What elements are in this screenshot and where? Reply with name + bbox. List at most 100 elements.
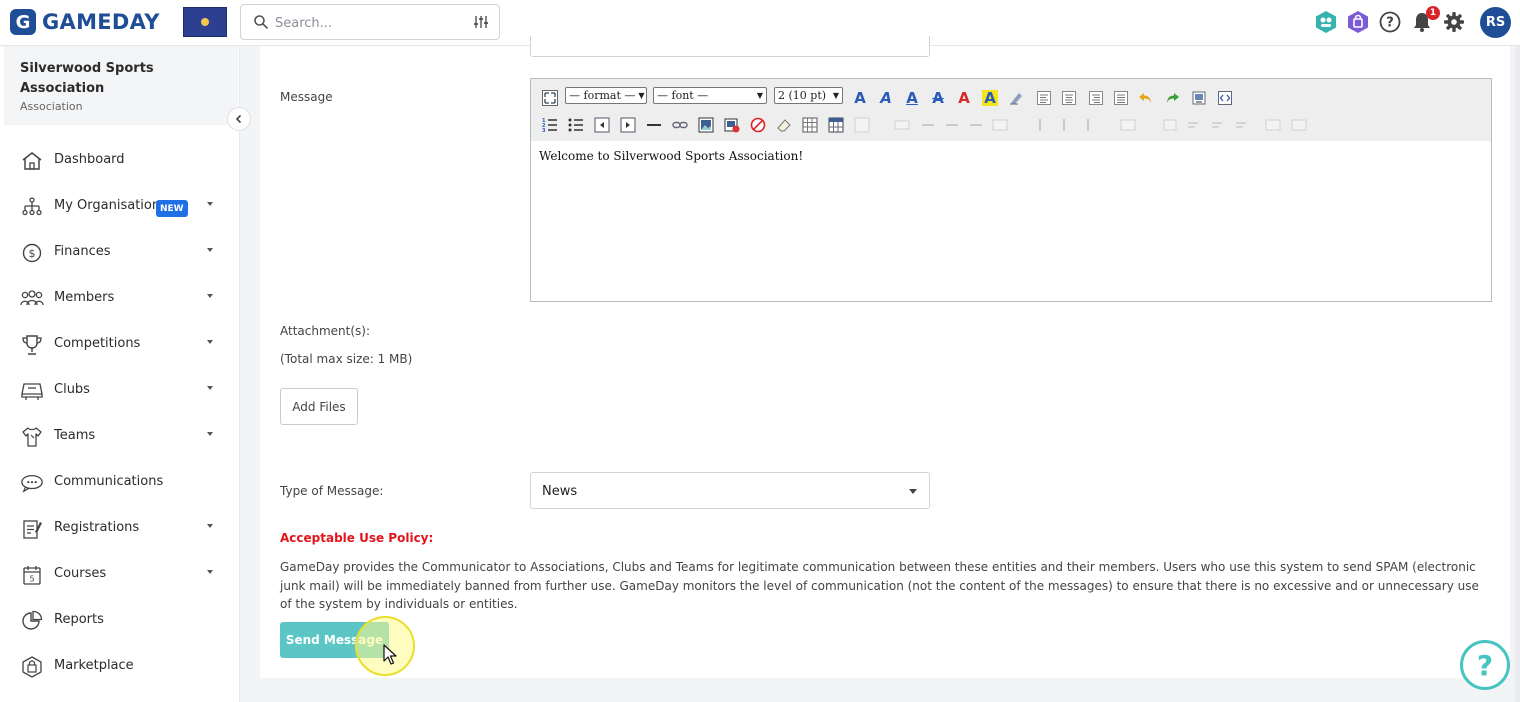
no-font-icon[interactable] [750,117,766,133]
expand-caret-icon[interactable] [207,202,213,206]
outdent-icon[interactable] [594,117,610,133]
expand-caret-icon[interactable] [207,386,213,390]
search-input[interactable] [275,11,465,35]
remove-format-icon[interactable] [1008,90,1024,106]
format-select[interactable]: — format — ▼ [565,87,647,104]
sidebar-item-marketplace[interactable]: Marketplace [0,646,238,686]
sidebar-item-label: Marketplace [54,658,134,673]
expand-caret-icon[interactable] [207,294,213,298]
underline-icon[interactable]: A [904,90,920,106]
sidebar-item-communications[interactable]: Communications [0,462,238,502]
font-select[interactable]: — font — ▼ [653,87,767,104]
italic-icon[interactable]: A [878,90,894,106]
sidebar-item-my-organisation[interactable]: My Organisation NEW [0,186,238,226]
sidebar-item-competitions[interactable]: Competitions [0,324,238,364]
sidebar-item-clubs[interactable]: Clubs [0,370,238,410]
search-icon [254,15,268,29]
registration-icon [20,518,44,540]
insert-col-after-icon[interactable] [1056,117,1072,133]
highlight-color-icon[interactable]: A [982,90,998,106]
unordered-list-icon[interactable] [568,117,584,133]
sidebar-item-label: Communications [54,474,164,489]
sidebar-item-finances[interactable]: $ Finances [0,232,238,272]
indent-icon[interactable] [620,117,636,133]
align-left-icon[interactable] [1036,90,1052,106]
insert-col-before-icon[interactable] [1032,117,1048,133]
align-justify-icon[interactable] [1113,90,1129,106]
sidebar-item-registrations[interactable]: Registrations [0,508,238,548]
settings-gear-icon[interactable] [1442,10,1466,34]
insert-row-before-icon[interactable] [920,117,936,133]
help-icon[interactable]: ? [1378,10,1402,34]
merge-cells-icon[interactable] [1120,117,1136,133]
strikethrough-icon[interactable]: A [930,90,946,106]
expand-caret-icon[interactable] [207,248,213,252]
search-box[interactable] [240,4,500,40]
organisation-header[interactable]: Silverwood Sports Association Associatio… [4,47,238,125]
add-files-button[interactable]: Add Files [280,388,358,425]
sidebar-item-label: Members [54,290,115,305]
fullscreen-icon[interactable] [542,90,558,106]
paste-icon[interactable] [1191,90,1207,106]
page-scrollbar[interactable] [1515,46,1520,702]
link-icon[interactable] [672,117,688,133]
table-row-props-icon[interactable] [894,117,910,133]
filter-sliders-icon[interactable] [473,14,489,30]
row-before-icon[interactable] [1210,117,1226,133]
table-delete-icon[interactable] [1291,117,1307,133]
subject-input-partial[interactable] [530,36,930,57]
expand-caret-icon[interactable] [207,524,213,528]
delete-row-icon[interactable] [968,117,984,133]
row-after-icon[interactable] [1186,117,1202,133]
expand-caret-icon[interactable] [207,432,213,436]
table-icon[interactable] [802,117,818,133]
notifications-bell-icon[interactable]: 1 [1410,6,1440,34]
table-grid-icon[interactable] [1265,117,1281,133]
shop-hexagon-icon[interactable] [1346,10,1370,34]
hexagon-app-icon[interactable] [1314,10,1338,34]
gameday-logo[interactable]: G GAMEDAY [10,8,160,36]
send-message-button[interactable]: Send Message [280,622,389,658]
split-cells-icon[interactable] [992,117,1008,133]
organisation-name: Silverwood Sports Association [20,61,154,96]
dropdown-caret-icon [909,489,917,494]
sidebar-item-label: Courses [54,566,107,581]
eraser-icon[interactable] [776,117,792,133]
organisation-flag-icon[interactable] [183,7,227,37]
bold-icon[interactable]: A [852,90,868,106]
insert-image-icon[interactable] [698,117,714,133]
pie-chart-icon [20,610,44,632]
row-delete-icon[interactable] [1234,117,1250,133]
new-badge: NEW [156,200,188,217]
sidebar-item-dashboard[interactable]: Dashboard [0,140,238,180]
sidebar-item-members[interactable]: Members [0,278,238,318]
user-avatar[interactable]: RS [1480,7,1511,38]
cell-props-icon[interactable] [1162,117,1178,133]
sidebar-item-teams[interactable]: Teams [0,416,238,456]
editor-content[interactable]: Welcome to Silverwood Sports Association… [539,149,803,163]
collapse-sidebar-button[interactable] [227,107,251,131]
notification-count-badge: 1 [1426,6,1440,20]
text-color-icon[interactable]: A [956,90,972,106]
expand-caret-icon[interactable] [207,570,213,574]
align-right-icon[interactable] [1088,90,1104,106]
message-editor[interactable]: — format — ▼ — font — ▼ 2 (10 pt) ▼ A A A A… [530,78,1492,302]
horizontal-rule-icon[interactable] [646,117,662,133]
sidebar-item-reports[interactable]: Reports [0,600,238,640]
sidebar-item-courses[interactable]: 5 Courses [0,554,238,594]
ordered-list-icon[interactable]: 123 [542,117,558,133]
floating-help-button[interactable]: ? [1460,640,1510,690]
insert-media-icon[interactable] [724,117,740,133]
align-center-icon[interactable] [1061,90,1077,106]
insert-row-after-icon[interactable] [944,117,960,133]
table-properties-icon[interactable] [828,117,844,133]
type-of-message-select[interactable]: News [530,472,930,509]
undo-icon[interactable] [1138,90,1154,106]
gameday-logo-mark: G [10,9,36,35]
source-code-icon[interactable] [1217,90,1233,106]
expand-caret-icon[interactable] [207,340,213,344]
delete-col-icon[interactable] [1080,117,1096,133]
redo-icon[interactable] [1164,90,1180,106]
table-cell-icon[interactable] [854,117,870,133]
font-size-select[interactable]: 2 (10 pt) ▼ [774,87,843,104]
